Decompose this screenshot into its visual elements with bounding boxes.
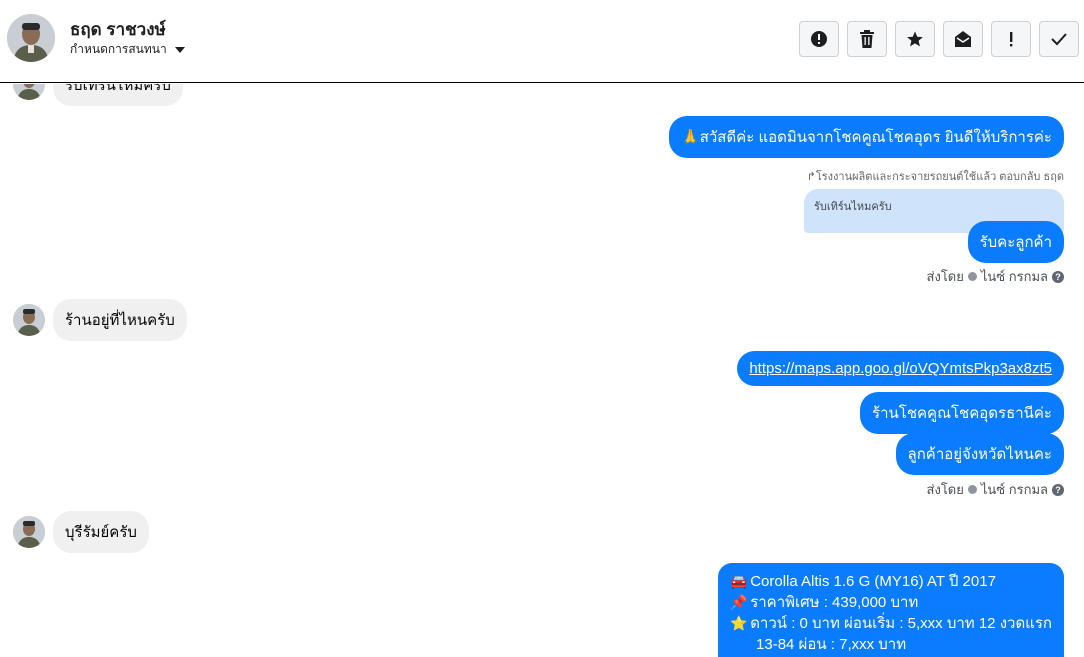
check-icon bbox=[1051, 33, 1067, 46]
conversation-actions bbox=[799, 21, 1079, 57]
verified-icon bbox=[967, 272, 977, 281]
mark-unread-button[interactable] bbox=[943, 21, 983, 57]
contact-avatar-small[interactable] bbox=[13, 304, 45, 336]
car-icon: 🚘 bbox=[730, 573, 748, 589]
offer-line: ⭐ ดาวน์ : 0 บาท ผ่อนเริ่ม : 5,xxx บาท 12… bbox=[730, 615, 1052, 632]
offer-line: 🚘 Corolla Altis 1.6 G (MY16) AT ปี 2017 bbox=[730, 573, 996, 590]
incoming-message: ร้านอยู่ที่ไหนครับ bbox=[53, 299, 187, 341]
sent-by-label: ส่งโดย bbox=[926, 269, 964, 284]
contact-avatar-small[interactable] bbox=[13, 516, 45, 548]
mark-spam-button[interactable] bbox=[799, 21, 839, 57]
star-icon bbox=[907, 31, 923, 47]
help-icon[interactable]: ? bbox=[1052, 483, 1064, 496]
offer-line: 13-84 ผ่อน : 7,xxx บาท bbox=[756, 636, 907, 653]
sender-name[interactable]: ไนซ์ กรกมล bbox=[981, 266, 1048, 287]
caret-down-icon bbox=[174, 47, 185, 53]
incoming-message: บุรีรัมย์ครับ bbox=[53, 511, 149, 553]
incoming-message: รับเทิร์นไหมครับ bbox=[53, 84, 183, 106]
star-button[interactable] bbox=[895, 21, 935, 57]
alert-circle-icon bbox=[811, 31, 827, 47]
assign-conversation-dropdown[interactable]: กำหนดการสนทนา bbox=[70, 40, 185, 59]
outgoing-message: รับคะลูกค้า bbox=[967, 221, 1064, 263]
conversation-header: ธฤด ราชวงษ์ กำหนดการสนทนา bbox=[0, 0, 1084, 83]
follow-up-button[interactable] bbox=[991, 21, 1031, 57]
trash-icon bbox=[860, 30, 874, 48]
message-thread[interactable]: รับเทิร์นไหมครับ 🙏สวัสดีค่ะ แอดมินจากโชค… bbox=[0, 84, 1084, 657]
sent-by-info: ส่งโดย ไนซ์ กรกมล ? bbox=[927, 266, 1064, 287]
outgoing-message: ร้านโชคคูณโชคอุดรธานีค่ะ bbox=[860, 392, 1064, 434]
mark-unread-icon bbox=[955, 31, 971, 47]
star-emoji-icon: ⭐ bbox=[730, 615, 748, 631]
outgoing-message: ลูกค้าอยู่จังหวัดไหนคะ bbox=[895, 433, 1064, 475]
sent-by-info: ส่งโดย ไนซ์ กรกมล ? bbox=[927, 479, 1064, 500]
reply-context-label: ↱โรงงานผลิตและกระจายรถยนต์ใช้แล้ว ตอบกลั… bbox=[806, 171, 1064, 183]
pushpin-icon: 📌 bbox=[730, 594, 748, 610]
sender-name[interactable]: ไนซ์ กรกมล bbox=[981, 479, 1048, 500]
contact-avatar[interactable] bbox=[7, 14, 55, 62]
contact-avatar-small[interactable] bbox=[13, 84, 45, 100]
assign-conversation-label: กำหนดการสนทนา bbox=[70, 42, 167, 56]
verified-icon bbox=[967, 485, 977, 494]
sent-by-label: ส่งโดย bbox=[926, 482, 964, 497]
contact-name[interactable]: ธฤด ราชวงษ์ bbox=[70, 16, 166, 43]
exclamation-icon bbox=[1010, 32, 1013, 47]
outgoing-message: 🙏สวัสดีค่ะ แอดมินจากโชคคูณโชคอุดร ยินดีใ… bbox=[669, 116, 1064, 158]
offer-line: 📌 ราคาพิเศษ : 439,000 บาท bbox=[730, 594, 919, 611]
delete-button[interactable] bbox=[847, 21, 887, 57]
help-icon[interactable]: ? bbox=[1052, 270, 1064, 283]
map-link[interactable]: https://maps.app.goo.gl/oVQYmtsPkp3ax8zt… bbox=[737, 351, 1064, 386]
mark-done-button[interactable] bbox=[1039, 21, 1079, 57]
car-offer-message: 🚘 Corolla Altis 1.6 G (MY16) AT ปี 2017 … bbox=[718, 563, 1064, 657]
